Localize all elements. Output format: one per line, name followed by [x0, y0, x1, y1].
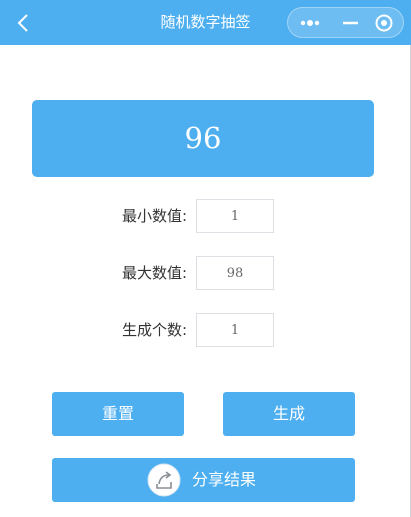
max-value-input[interactable] [196, 256, 274, 290]
share-result-button[interactable]: 分享结果 [52, 458, 355, 502]
count-input[interactable] [196, 313, 274, 347]
nav-bar: 随机数字抽签 [0, 0, 411, 45]
count-label: 生成个数: [121, 321, 187, 339]
more-button[interactable] [288, 8, 332, 37]
min-value-label: 最小数值: [121, 207, 187, 225]
back-button[interactable] [10, 9, 38, 37]
minimize-button[interactable] [332, 8, 370, 37]
share-result-label: 分享结果 [192, 470, 257, 489]
capsule-menu [287, 7, 404, 38]
close-circle-icon [375, 14, 393, 32]
share-arrow-icon [147, 463, 181, 497]
min-value-input[interactable] [196, 199, 274, 233]
chevron-left-icon [17, 14, 28, 32]
result-display: 96 [32, 100, 374, 177]
reset-button[interactable]: 重置 [52, 392, 184, 436]
minimize-icon [343, 21, 358, 25]
more-dots-icon [300, 20, 320, 26]
generate-button[interactable]: 生成 [223, 392, 355, 436]
max-value-label: 最大数值: [121, 264, 187, 282]
close-button[interactable] [370, 8, 404, 37]
